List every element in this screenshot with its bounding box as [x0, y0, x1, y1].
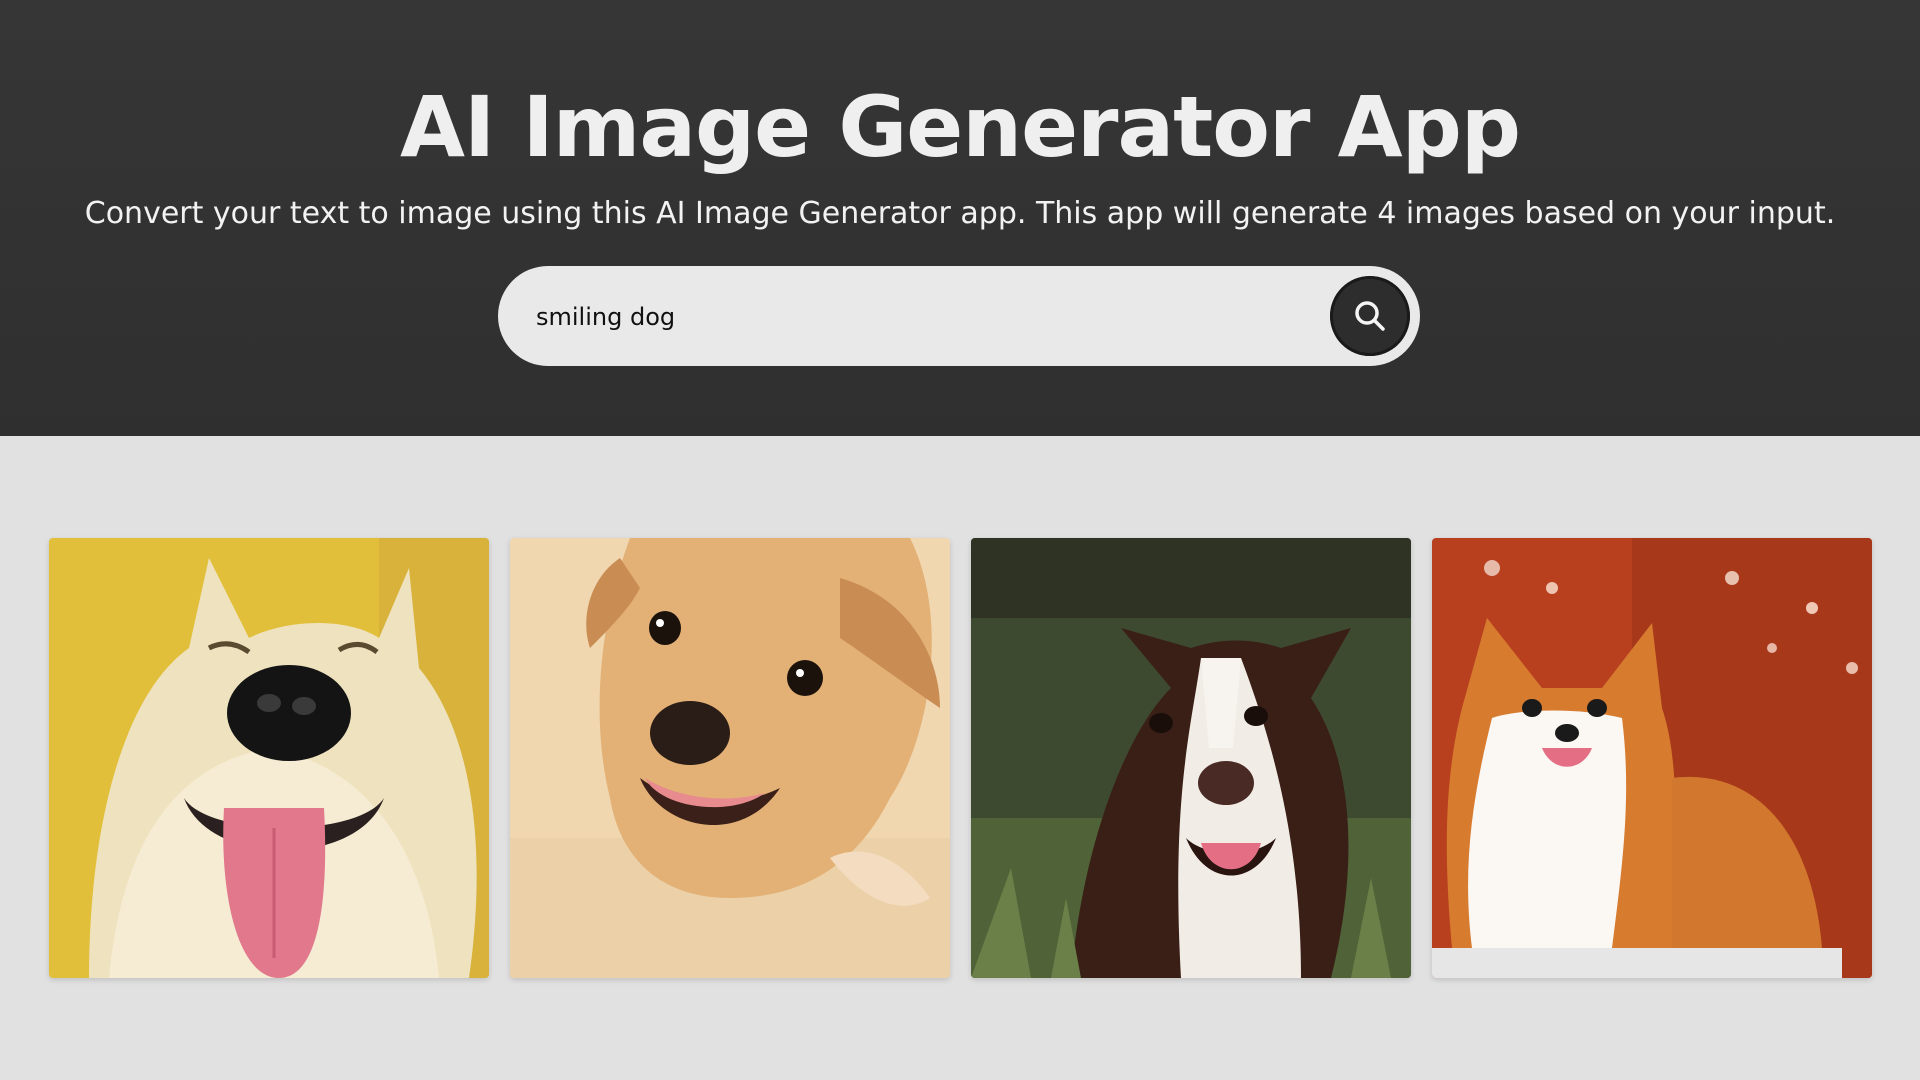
search-icon — [1355, 301, 1385, 331]
search-button[interactable] — [1330, 276, 1410, 356]
generated-image-3[interactable] — [971, 538, 1411, 978]
dog-image-4 — [1432, 538, 1872, 978]
search-bar — [498, 266, 1420, 366]
dog-image-3 — [971, 538, 1411, 978]
search-input[interactable] — [534, 296, 1298, 338]
generated-image-1[interactable] — [49, 538, 489, 978]
generated-image-2[interactable] — [510, 538, 950, 978]
generated-image-4[interactable] — [1432, 538, 1872, 978]
page-title: AI Image Generator App — [400, 78, 1521, 176]
dog-image-2 — [510, 538, 950, 978]
image-gallery — [49, 538, 1872, 978]
page-subtitle: Convert your text to image using this AI… — [84, 196, 1836, 231]
app-header: AI Image Generator App Convert your text… — [0, 0, 1920, 436]
dog-image-1 — [49, 538, 489, 978]
